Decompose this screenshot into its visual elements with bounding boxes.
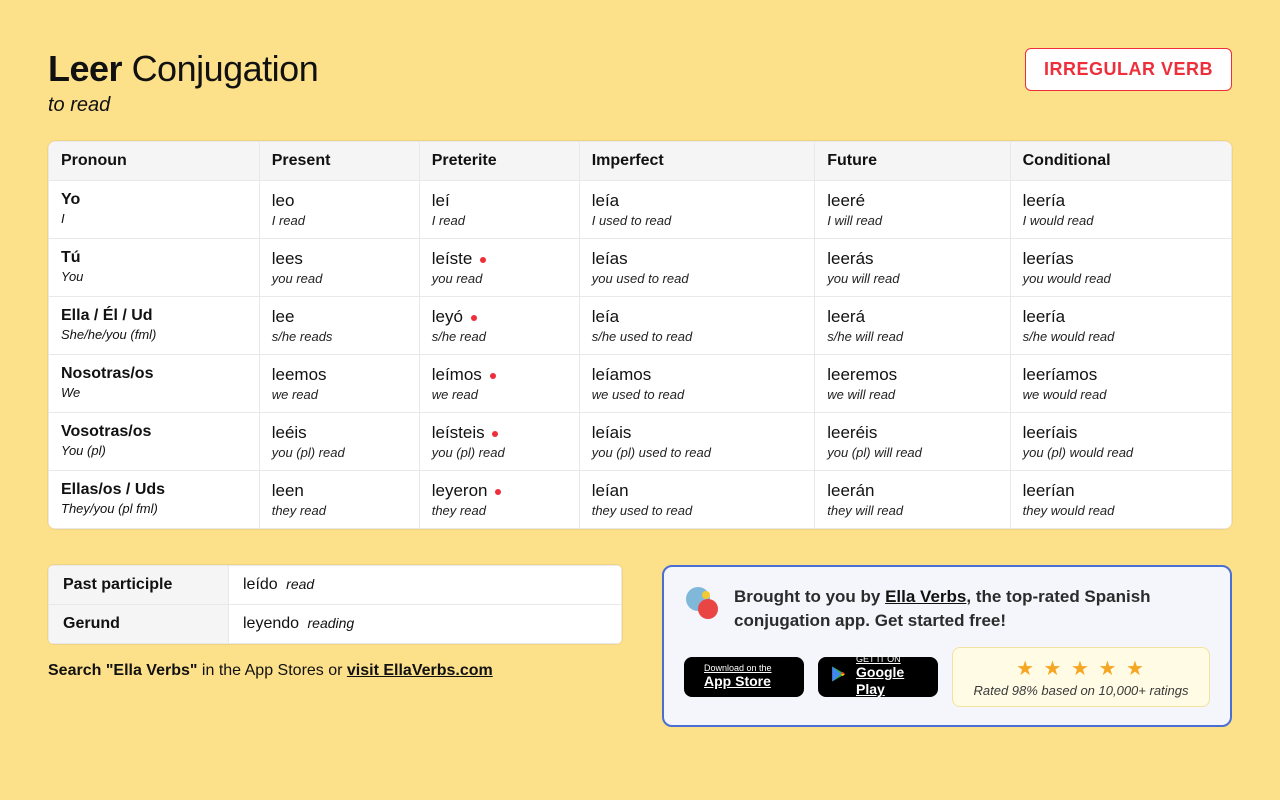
subtitle: to read: [48, 94, 318, 117]
conjugation-cell: leeremos we will read: [815, 355, 1010, 413]
title-rest: Conjugation: [132, 48, 319, 89]
column-header: Conditional: [1010, 142, 1231, 181]
irregular-dot-icon: [480, 257, 486, 263]
pronoun-cell: Vosotras/osYou (pl): [49, 413, 260, 471]
conjugation-cell: leerás you will read: [815, 239, 1010, 297]
table-row: Ellas/os / UdsThey/you (pl fml)leen they…: [49, 471, 1232, 529]
table-row: Nosotras/osWeleemos we readleímos we rea…: [49, 355, 1232, 413]
past-participle-value: leído read: [229, 566, 622, 605]
pronoun-cell: TúYou: [49, 239, 260, 297]
conjugation-cell: leía I used to read: [579, 181, 815, 239]
rating-box: ★ ★ ★ ★ ★ Rated 98% based on 10,000+ rat…: [952, 647, 1210, 707]
conjugation-cell: leíamos we used to read: [579, 355, 815, 413]
irregular-dot-icon: [495, 489, 501, 495]
pronoun-cell: Ella / Él / UdShe/he/you (fml): [49, 297, 260, 355]
visit-ellaverbs-link[interactable]: visit EllaVerbs.com: [347, 662, 493, 679]
conjugation-cell: leyó s/he read: [419, 297, 579, 355]
pronoun-cell: Nosotras/osWe: [49, 355, 260, 413]
page-title: Leer Conjugation: [48, 48, 318, 90]
conjugation-cell: leerías you would read: [1010, 239, 1231, 297]
conjugation-cell: leían they used to read: [579, 471, 815, 529]
conjugation-cell: leerían they would read: [1010, 471, 1231, 529]
table-row: Vosotras/osYou (pl)leéis you (pl) readle…: [49, 413, 1232, 471]
conjugation-cell: leemos we read: [259, 355, 419, 413]
conjugation-cell: leísteis you (pl) read: [419, 413, 579, 471]
column-header: Imperfect: [579, 142, 815, 181]
conjugation-cell: leéis you (pl) read: [259, 413, 419, 471]
table-row: YoIleo I readleí I readleía I used to re…: [49, 181, 1232, 239]
conjugation-cell: leo I read: [259, 181, 419, 239]
conjugation-cell: leeré I will read: [815, 181, 1010, 239]
star-icons: ★ ★ ★ ★ ★: [967, 656, 1195, 681]
search-note: Search "Ella Verbs" in the App Stores or…: [48, 662, 622, 680]
conjugation-cell: leías you used to read: [579, 239, 815, 297]
google-play-button[interactable]: GET IT ON Google Play: [818, 657, 938, 697]
irregular-dot-icon: [490, 373, 496, 379]
conjugation-cell: leería s/he would read: [1010, 297, 1231, 355]
pronoun-cell: YoI: [49, 181, 260, 239]
conjugation-cell: leyeron they read: [419, 471, 579, 529]
conjugation-cell: leerán they will read: [815, 471, 1010, 529]
promo-text: Brought to you by Ella Verbs, the top-ra…: [734, 585, 1210, 633]
conjugation-cell: leía s/he used to read: [579, 297, 815, 355]
irregular-badge: IRREGULAR VERB: [1025, 48, 1232, 91]
table-row: TúYoulees you readleíste you readleías y…: [49, 239, 1232, 297]
conjugation-table: PronounPresentPreteriteImperfectFutureCo…: [48, 141, 1232, 529]
irregular-dot-icon: [492, 431, 498, 437]
conjugation-cell: leen they read: [259, 471, 419, 529]
past-participle-label: Past participle: [49, 566, 229, 605]
gerund-value: leyendo reading: [229, 605, 622, 644]
conjugation-cell: leímos we read: [419, 355, 579, 413]
conjugation-cell: leíste you read: [419, 239, 579, 297]
verb-forms-table: Past participle leído read Gerund leyend…: [48, 565, 622, 644]
conjugation-cell: leerá s/he will read: [815, 297, 1010, 355]
ella-verbs-icon: [684, 585, 720, 621]
column-header: Future: [815, 142, 1010, 181]
conjugation-cell: leería I would read: [1010, 181, 1231, 239]
conjugation-cell: leíais you (pl) used to read: [579, 413, 815, 471]
app-store-button[interactable]: Download on the App Store: [684, 657, 804, 697]
conjugation-cell: leeríamos we would read: [1010, 355, 1231, 413]
conjugation-cell: lees you read: [259, 239, 419, 297]
title-verb: Leer: [48, 48, 122, 89]
column-header: Pronoun: [49, 142, 260, 181]
conjugation-cell: leí I read: [419, 181, 579, 239]
column-header: Preterite: [419, 142, 579, 181]
conjugation-cell: leeríais you (pl) would read: [1010, 413, 1231, 471]
column-header: Present: [259, 142, 419, 181]
play-icon: [830, 665, 848, 688]
table-row: Ella / Él / UdShe/he/you (fml)lee s/he r…: [49, 297, 1232, 355]
conjugation-cell: leeréis you (pl) will read: [815, 413, 1010, 471]
conjugation-cell: lee s/he reads: [259, 297, 419, 355]
gerund-label: Gerund: [49, 605, 229, 644]
promo-box: Brought to you by Ella Verbs, the top-ra…: [662, 565, 1232, 727]
irregular-dot-icon: [471, 315, 477, 321]
ella-verbs-link[interactable]: Ella Verbs: [885, 587, 966, 606]
pronoun-cell: Ellas/os / UdsThey/you (pl fml): [49, 471, 260, 529]
